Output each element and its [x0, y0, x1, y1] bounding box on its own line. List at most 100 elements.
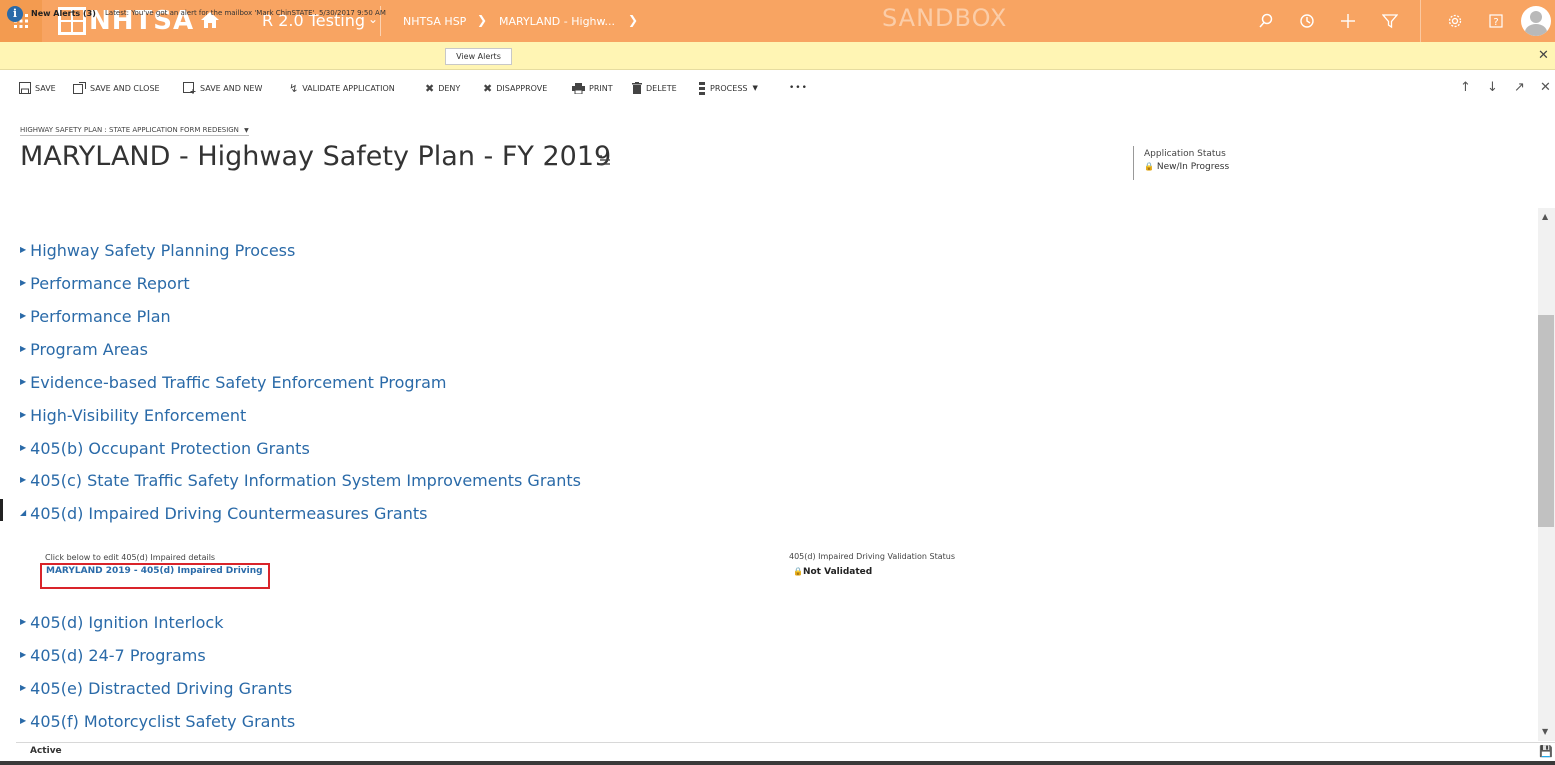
expand-arrow-icon: ▶	[20, 650, 27, 659]
alert-title: New Alerts (3)	[31, 9, 96, 18]
expand-arrow-icon: ▶	[20, 278, 27, 287]
section-evidence-based-enforcement[interactable]: ▶ Evidence-based Traffic Safety Enforceme…	[20, 373, 447, 392]
section-405e-distracted-driving[interactable]: ▶ 405(e) Distracted Driving Grants	[20, 679, 292, 698]
save-and-close-label: SAVE AND CLOSE	[90, 83, 160, 93]
top-nav-bar: NHTSA R 2.0 Testing ⌄ NHTSA HSP ❯ MARYLA…	[0, 0, 1555, 42]
close-icon[interactable]: ✕	[1540, 80, 1551, 95]
section-label: 405(e) Distracted Driving Grants	[30, 679, 293, 698]
section-label: 405(c) State Traffic Safety Information …	[30, 471, 581, 490]
chevron-right-icon[interactable]: ❯	[628, 13, 638, 27]
section-highway-safety-planning-process[interactable]: ▶ Highway Safety Planning Process	[20, 241, 295, 260]
record-menu-icon[interactable]	[597, 155, 610, 165]
help-icon[interactable]: ?	[1486, 11, 1506, 31]
section-label: 405(d) Ignition Interlock	[30, 613, 224, 632]
alert-text: Latest: You've got an alert for the mail…	[105, 9, 386, 17]
save-close-icon	[73, 82, 86, 94]
section-label: Performance Report	[30, 274, 190, 293]
validation-status-value-wrapper: 🔒Not Validated	[793, 567, 872, 577]
validation-status-label: 405(d) Impaired Driving Validation Statu…	[789, 552, 956, 561]
page-title: MARYLAND - Highway Safety Plan - FY 2019	[20, 141, 612, 172]
section-high-visibility-enforcement[interactable]: ▶ High-Visibility Enforcement	[20, 406, 246, 425]
section-label: High-Visibility Enforcement	[30, 406, 247, 425]
section-program-areas[interactable]: ▶ Program Areas	[20, 340, 148, 359]
breadcrumb-record[interactable]: MARYLAND - Highw...	[499, 15, 615, 28]
scroll-up-icon[interactable]: ▲	[1542, 212, 1548, 221]
arrow-up-icon[interactable]: ↑	[1460, 80, 1471, 95]
expand-arrow-icon: ▶	[20, 311, 27, 320]
taskbar-strip	[0, 761, 1555, 765]
save-icon[interactable]: 💾	[1539, 745, 1553, 758]
section-405f-motorcyclist-safety[interactable]: ▶ 405(f) Motorcyclist Safety Grants	[20, 712, 295, 731]
application-status-field: Application Status 🔒 New/In Progress	[1133, 146, 1229, 180]
delete-button[interactable]: DELETE	[632, 82, 677, 94]
close-icon[interactable]: ✕	[1538, 48, 1549, 63]
x-icon: ✖	[425, 81, 435, 95]
breadcrumb-area[interactable]: NHTSA HSP	[403, 15, 466, 28]
save-and-close-button[interactable]: SAVE AND CLOSE	[73, 82, 160, 94]
section-label: Evidence-based Traffic Safety Enforcemen…	[30, 373, 447, 392]
plus-icon[interactable]	[1338, 11, 1358, 31]
chevron-down-icon: ▼	[244, 127, 249, 134]
print-icon	[572, 82, 585, 94]
save-button[interactable]: SAVE	[19, 82, 56, 94]
section-405c-traffic-safety-info[interactable]: ▶ 405(c) State Traffic Safety Information…	[20, 471, 581, 490]
recent-icon[interactable]	[1297, 11, 1317, 31]
validate-icon: ↯	[289, 81, 299, 95]
pop-out-icon[interactable]: ↗	[1514, 80, 1525, 95]
expand-arrow-icon: ▶	[20, 344, 27, 353]
section-405b-occupant-protection[interactable]: ▶ 405(b) Occupant Protection Grants	[20, 439, 310, 458]
disapprove-button[interactable]: ✖ DISAPPROVE	[483, 81, 548, 95]
validate-application-label: VALIDATE APPLICATION	[302, 83, 395, 93]
info-icon: i	[7, 6, 23, 22]
more-label: •••	[789, 83, 808, 93]
expand-arrow-icon: ▶	[20, 377, 27, 386]
section-405d-ignition-interlock[interactable]: ▶ 405(d) Ignition Interlock	[20, 613, 223, 632]
status-value-wrapper: 🔒 New/In Progress	[1144, 162, 1229, 172]
record-status: Active	[30, 746, 62, 756]
filter-icon[interactable]	[1380, 11, 1400, 31]
search-icon[interactable]	[1256, 11, 1276, 31]
print-button[interactable]: PRINT	[572, 82, 613, 94]
status-label: Application Status	[1144, 149, 1226, 159]
gear-icon[interactable]	[1445, 11, 1465, 31]
scrollbar-thumb[interactable]	[1538, 315, 1554, 527]
svg-text:?: ?	[1493, 17, 1498, 28]
expand-arrow-icon: ▶	[20, 617, 27, 626]
save-and-new-button[interactable]: SAVE AND NEW	[183, 82, 262, 94]
section-label: 405(d) Impaired Driving Countermeasures …	[30, 504, 428, 523]
impaired-edit-label: Click below to edit 405(d) Impaired deta…	[45, 553, 216, 562]
expand-arrow-icon: ▶	[20, 716, 27, 725]
section-label: Highway Safety Planning Process	[30, 241, 296, 260]
more-commands-button[interactable]: •••	[789, 82, 808, 94]
save-new-icon	[183, 82, 196, 94]
validate-application-button[interactable]: ↯ VALIDATE APPLICATION	[289, 81, 395, 95]
deny-button[interactable]: ✖ DENY	[425, 81, 460, 95]
lock-icon: 🔒	[1144, 162, 1154, 171]
user-avatar[interactable]	[1521, 6, 1551, 36]
section-performance-plan[interactable]: ▶ Performance Plan	[20, 307, 171, 326]
form-selector[interactable]: HIGHWAY SAFETY PLAN : STATE APPLICATION …	[20, 126, 249, 136]
arrow-down-icon[interactable]: ↓	[1487, 80, 1498, 95]
x-icon: ✖	[483, 81, 493, 95]
expand-arrow-icon: ▶	[20, 443, 27, 452]
app-launcher-button[interactable]	[0, 0, 42, 42]
impaired-driving-record-link[interactable]: MARYLAND 2019 - 405(d) Impaired Driving	[46, 566, 263, 576]
form-selector-label: HIGHWAY SAFETY PLAN : STATE APPLICATION …	[20, 126, 239, 134]
save-and-new-label: SAVE AND NEW	[200, 83, 263, 93]
expand-arrow-icon: ▶	[20, 475, 27, 484]
collapse-arrow-icon: ◢	[20, 508, 27, 517]
status-value: New/In Progress	[1156, 162, 1230, 172]
expand-arrow-icon: ▶	[20, 245, 27, 254]
section-performance-report[interactable]: ▶ Performance Report	[20, 274, 190, 293]
section-405d-impaired-driving[interactable]: ◢ 405(d) Impaired Driving Countermeasures…	[20, 504, 427, 523]
process-button[interactable]: PROCESS ▼	[698, 81, 758, 95]
print-label: PRINT	[589, 83, 613, 93]
scroll-down-icon[interactable]: ▼	[1542, 727, 1548, 736]
delete-label: DELETE	[646, 83, 677, 93]
section-405d-24-7-programs[interactable]: ▶ 405(d) 24-7 Programs	[20, 646, 206, 665]
alert-bar	[0, 42, 1555, 70]
view-alerts-button[interactable]: View Alerts	[445, 48, 512, 65]
disapprove-label: DISAPPROVE	[496, 83, 548, 93]
expand-arrow-icon: ▶	[20, 683, 27, 692]
status-footer	[16, 742, 1555, 760]
